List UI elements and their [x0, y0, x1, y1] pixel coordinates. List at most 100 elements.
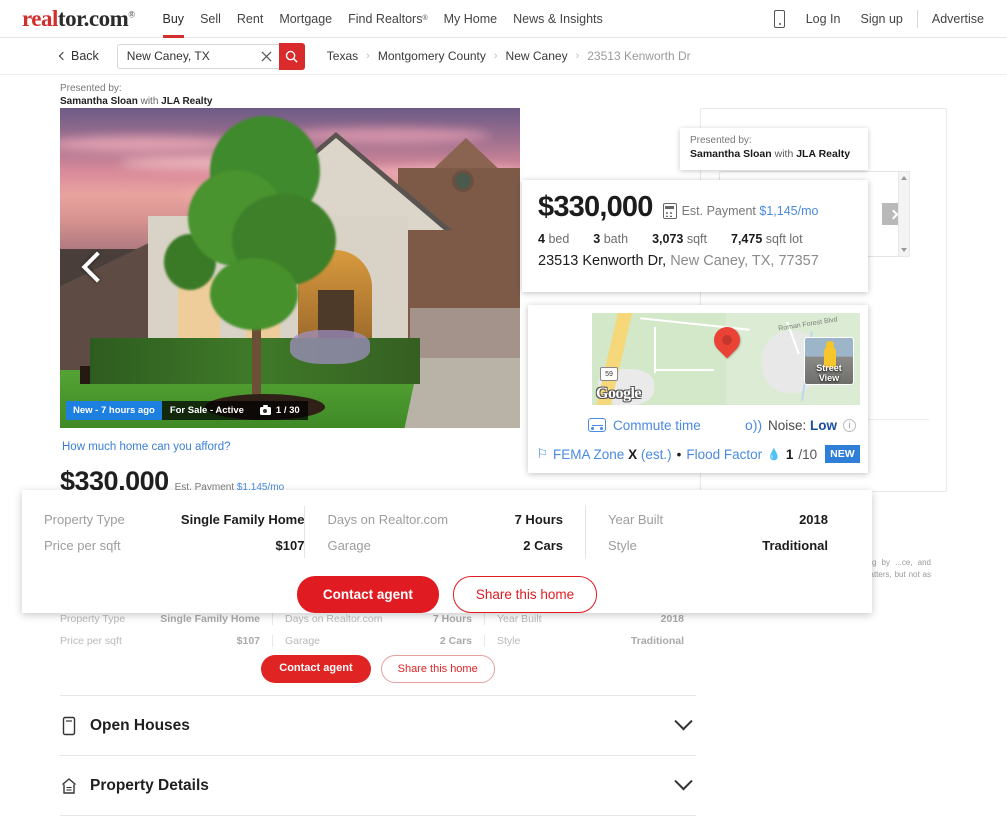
- sign-up-link[interactable]: Sign up: [851, 12, 911, 26]
- sidebar-scrollbar[interactable]: [898, 171, 910, 257]
- presented-by-overlay-card: Presented by: Samantha Sloan with JLA Re…: [680, 128, 868, 170]
- badge-photo-count[interactable]: 1 / 30: [251, 401, 308, 420]
- cell-value: $107: [236, 635, 260, 647]
- affordability-link[interactable]: How much home can you afford?: [62, 441, 231, 453]
- cell-value: 2 Cars: [439, 635, 472, 647]
- fema-est: (est.): [640, 446, 672, 462]
- breadcrumb: Texas › Montgomery County › New Caney › …: [327, 49, 691, 63]
- fema-zone-text[interactable]: FEMA Zone X (est.): [553, 447, 672, 462]
- property-summary-table-underlay: Property Type Single Family Home Days on …: [60, 608, 696, 652]
- calendar-icon: [60, 716, 78, 736]
- cell-label: Price per sqft: [44, 537, 121, 553]
- chevron-down-icon[interactable]: [674, 772, 693, 791]
- map-overlay-card: Roman Forest Blvd 59 Google StreetView M…: [528, 305, 868, 473]
- table-row: Style Traditional: [608, 532, 850, 558]
- bullet-separator: •: [676, 446, 682, 462]
- presented-by-agent: Samantha Sloan: [690, 148, 772, 160]
- noise-label: Noise:: [767, 417, 807, 433]
- est-payment-group[interactable]: Est. Payment $1,145/mo: [662, 203, 819, 222]
- beds-stat: 4 bed: [538, 232, 569, 246]
- noise-value: Low: [810, 417, 837, 433]
- sqft-label: sqft: [686, 232, 707, 246]
- breadcrumb-item-city[interactable]: New Caney: [506, 49, 568, 63]
- contact-agent-button[interactable]: Contact agent: [296, 576, 439, 613]
- presented-by-with: with: [137, 96, 162, 108]
- accordion-title: Open Houses: [90, 716, 190, 734]
- nav-item-mortgage[interactable]: Mortgage: [271, 0, 340, 38]
- advertise-link[interactable]: Advertise: [923, 12, 993, 26]
- info-icon[interactable]: i: [843, 418, 856, 432]
- log-in-link[interactable]: Log In: [797, 12, 850, 26]
- nav-label: News & Insights: [513, 11, 603, 26]
- map-card-row-three: ⚐ FEMA Zone X (est.) • Flood Factor 💧 1 …: [536, 445, 860, 463]
- accordion-property-details[interactable]: Property Details: [60, 755, 696, 815]
- cell-label: Property Type: [44, 511, 125, 527]
- top-navigation-bar: realtor.com® Buy Sell Rent Mortgage Find…: [0, 0, 1007, 38]
- badge-new-listing: New - 7 hours ago: [66, 401, 162, 420]
- map-thumbnail[interactable]: Roman Forest Blvd 59 Google StreetView M…: [592, 313, 860, 405]
- breadcrumb-item-state[interactable]: Texas: [327, 49, 358, 63]
- logo-trademark: ®: [128, 9, 135, 20]
- lot-label: sqft lot: [765, 232, 803, 246]
- cell-label: Year Built: [608, 511, 664, 527]
- nav-item-rent[interactable]: Rent: [229, 0, 271, 38]
- est-payment-value[interactable]: $1,145/mo: [759, 204, 818, 218]
- beds-count: 4: [538, 232, 545, 246]
- photo-count-label: 1 / 30: [275, 405, 300, 416]
- summary-column-two: Days on Realtor.com 7 Hours Garage 2 Car…: [304, 506, 585, 558]
- flood-zone-icon: ⚐: [536, 446, 549, 461]
- est-payment-label: Est. Payment: [681, 204, 756, 218]
- property-summary-overlay-card: Property Type Single Family Home Price p…: [22, 490, 872, 613]
- search-breadcrumb-bar: Back Texas › Montgomery County › New Can…: [0, 38, 1007, 75]
- chevron-right-icon: [888, 209, 898, 219]
- lot-value: 7,475: [731, 232, 763, 246]
- cell-value: Traditional: [762, 537, 828, 553]
- nav-item-sell[interactable]: Sell: [192, 0, 229, 38]
- breadcrumb-item-address: 23513 Kenworth Dr: [587, 49, 691, 63]
- nav-item-buy[interactable]: Buy: [155, 0, 193, 38]
- highway-shield-icon: 59: [600, 367, 618, 381]
- est-payment-text: Est. Payment $1,145/mo: [682, 204, 819, 218]
- breadcrumb-separator: ›: [493, 50, 498, 62]
- realtor-listing-page: realtor.com® Buy Sell Rent Mortgage Find…: [0, 0, 1007, 831]
- nav-item-find-realtors[interactable]: Find Realtors ®: [340, 0, 436, 38]
- breadcrumb-separator: ›: [366, 50, 370, 62]
- account-nav: Log In Sign up Advertise: [773, 9, 1007, 28]
- search-submit-button[interactable]: [278, 42, 305, 70]
- share-home-button-underlay[interactable]: Share this home: [380, 655, 495, 683]
- search-box[interactable]: [116, 43, 255, 69]
- cell-value: 2018: [660, 613, 684, 625]
- commute-time-link[interactable]: Commute time: [588, 418, 701, 433]
- cell-style: Style Traditional: [484, 635, 696, 647]
- accordion-open-houses[interactable]: Open Houses: [60, 695, 696, 755]
- nav-divider: [916, 9, 918, 28]
- mobile-phone-icon[interactable]: [773, 9, 785, 28]
- realtor-logo[interactable]: realtor.com®: [22, 7, 135, 30]
- back-button[interactable]: Back: [58, 49, 99, 63]
- round-window: [452, 170, 474, 192]
- street-view-thumbnail[interactable]: Street View: [804, 337, 854, 385]
- breadcrumb-item-county[interactable]: Montgomery County: [378, 49, 486, 63]
- chevron-down-icon[interactable]: [674, 712, 693, 731]
- share-home-button[interactable]: Share this home: [452, 576, 598, 613]
- overlay-price: $330,000: [538, 191, 653, 223]
- chevron-left-icon: [58, 51, 68, 61]
- listing-hero-photo[interactable]: New - 7 hours ago For Sale - Active 1 / …: [60, 108, 520, 428]
- nav-item-news-insights[interactable]: News & Insights: [505, 0, 611, 38]
- accordion-title: Property Details: [90, 776, 209, 794]
- search-input[interactable]: [126, 49, 227, 63]
- nav-item-my-home[interactable]: My Home: [436, 0, 505, 38]
- cell-value: Single Family Home: [160, 613, 260, 625]
- flood-factor-label[interactable]: Flood Factor: [686, 447, 762, 462]
- search-icon: [286, 50, 298, 63]
- contact-agent-button-underlay[interactable]: Contact agent: [261, 655, 371, 683]
- scroll-down-arrow-icon[interactable]: [901, 248, 907, 252]
- cell-value: $107: [275, 537, 305, 553]
- breadcrumb-separator: ›: [575, 50, 580, 62]
- back-label: Back: [71, 49, 99, 63]
- cell-label: Days on Realtor.com: [285, 613, 383, 625]
- clear-search-button[interactable]: [254, 43, 279, 69]
- street-view-label: Street View: [805, 363, 853, 383]
- cell-price-per-sqft: Price per sqft $107: [60, 635, 272, 647]
- scroll-up-arrow-icon[interactable]: [901, 176, 907, 180]
